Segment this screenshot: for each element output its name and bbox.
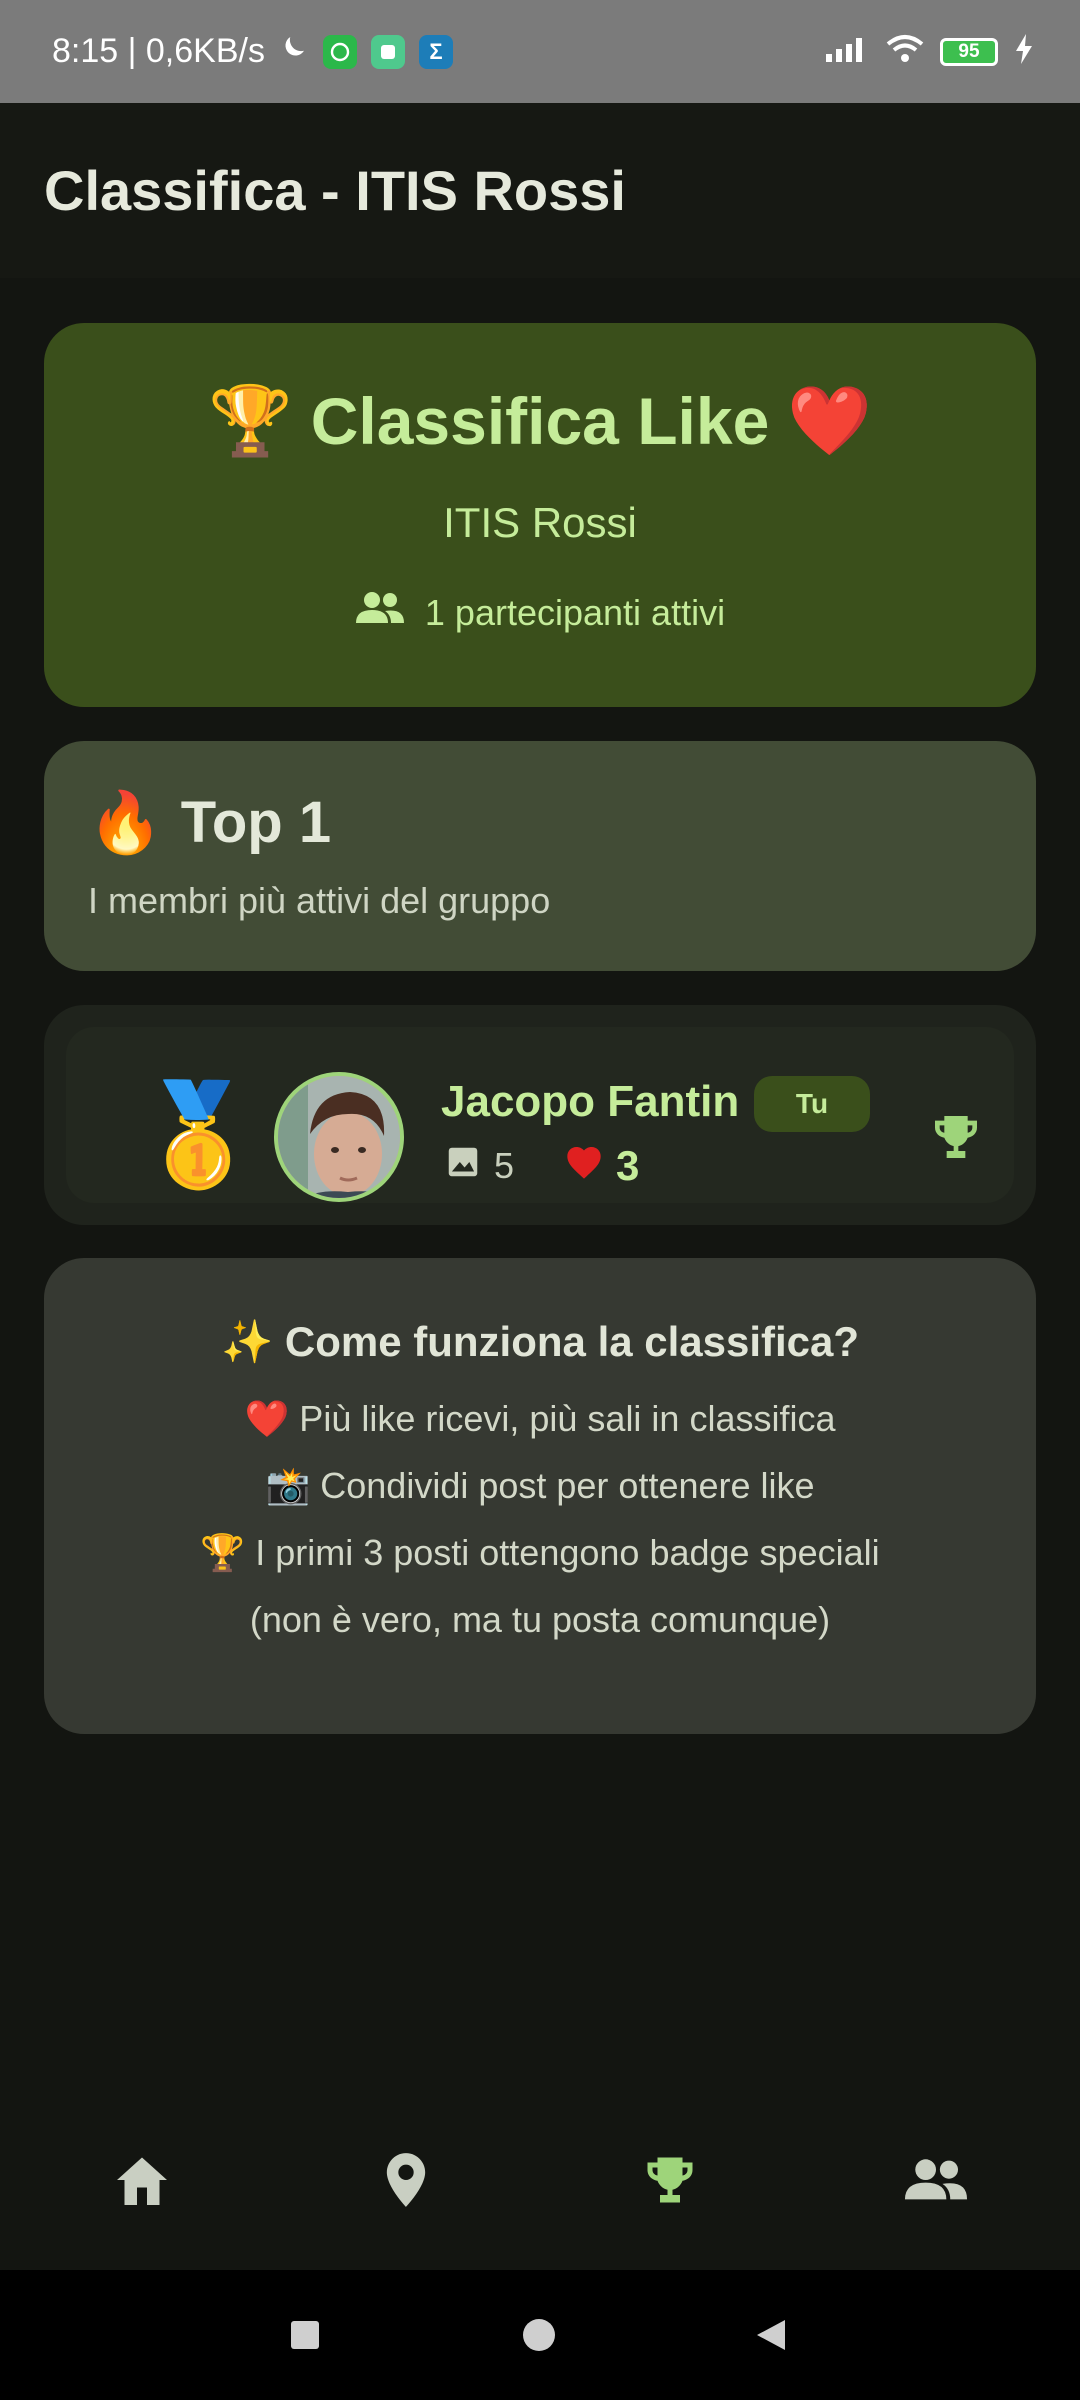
info-line: ❤️ Più like ricevi, più sali in classifi… [244, 1398, 836, 1439]
people-icon[interactable] [896, 2140, 976, 2220]
top-title-row: 🔥 Top 1 [88, 789, 992, 856]
screen: 8:15 | 0,6KB/s Σ 95 Classifica - ITIS Ro… [0, 0, 1080, 2400]
home-icon[interactable] [102, 2140, 182, 2220]
bottom-nav [0, 2095, 1080, 2270]
location-icon[interactable] [366, 2140, 446, 2220]
likes-count: 3 [616, 1142, 640, 1189]
back-button[interactable] [755, 2318, 787, 2357]
you-badge: Tu [754, 1076, 870, 1132]
status-time: 8:15 | 0,6KB/s [52, 32, 265, 70]
participants-count: 1 partecipanti attivi [424, 591, 726, 633]
leaderboard-entry[interactable]: 🥇 Jacopo Fantin Tu 5 3 [44, 1005, 1036, 1225]
posts-count: 5 [494, 1145, 515, 1186]
trophy-icon [928, 1109, 984, 1170]
whatsapp-icon [322, 34, 357, 69]
status-left: 8:15 | 0,6KB/s Σ [52, 32, 453, 71]
people-icon [355, 591, 405, 634]
info-line: 📸 Condividi post per ottenere like [265, 1465, 815, 1506]
hero-title-row: 🏆 Classifica Like ❤️ [44, 383, 1036, 459]
status-bar: 8:15 | 0,6KB/s Σ 95 [0, 0, 1080, 103]
gold-medal-icon: 🥇 [136, 1079, 261, 1191]
heart-icon [564, 1143, 604, 1190]
info-line: (non è vero, ma tu posta comunque) [249, 1599, 831, 1640]
hero-title: Classifica Like [310, 384, 770, 458]
info-title: ✨ Come funziona la classifica? [220, 1318, 860, 1365]
image-icon [444, 1143, 482, 1190]
top-subtitle: I membri più attivi del gruppo [88, 880, 551, 921]
charging-icon [1014, 34, 1034, 69]
moon-icon [279, 32, 309, 71]
top-title: Top 1 [180, 790, 332, 855]
info-line: 🏆 I primi 3 posti ottengono badge specia… [200, 1532, 880, 1573]
avatar[interactable] [274, 1072, 404, 1202]
hero-card: 🏆 Classifica Like ❤️ ITIS Rossi 1 partec… [44, 323, 1036, 707]
info-card: ✨ Come funziona la classifica? ❤️ Più li… [44, 1258, 1036, 1734]
signal-icon [824, 34, 870, 69]
top-section-card: 🔥 Top 1 I membri più attivi del gruppo [44, 741, 1036, 971]
app-icon [370, 34, 405, 69]
system-nav-bar [0, 2270, 1080, 2400]
trophy-emoji: 🏆 [208, 383, 293, 459]
participants-row: 1 partecipanti attivi [44, 591, 1036, 634]
home-button[interactable] [522, 2318, 556, 2357]
status-right: 95 [824, 34, 1034, 69]
sigma-icon: Σ [418, 34, 453, 69]
user-stats: 5 3 [444, 1142, 639, 1190]
user-name: Jacopo Fantin [441, 1077, 740, 1126]
wifi-icon [886, 34, 924, 69]
battery-level: 95 [958, 40, 980, 62]
trophy-icon[interactable] [630, 2140, 710, 2220]
heart-emoji: ❤️ [787, 383, 872, 459]
page-title: Classifica - ITIS Rossi [44, 159, 626, 222]
entry-inner: 🥇 Jacopo Fantin Tu 5 3 [66, 1027, 1014, 1203]
info-lines: ❤️ Più like ricevi, più sali in classifi… [44, 1395, 1036, 1643]
school-name: ITIS Rossi [443, 499, 637, 546]
app-bar: Classifica - ITIS Rossi [0, 103, 1080, 278]
battery-icon: 95 [940, 37, 998, 66]
recents-button[interactable] [290, 2320, 320, 2355]
fire-emoji: 🔥 [88, 788, 163, 856]
